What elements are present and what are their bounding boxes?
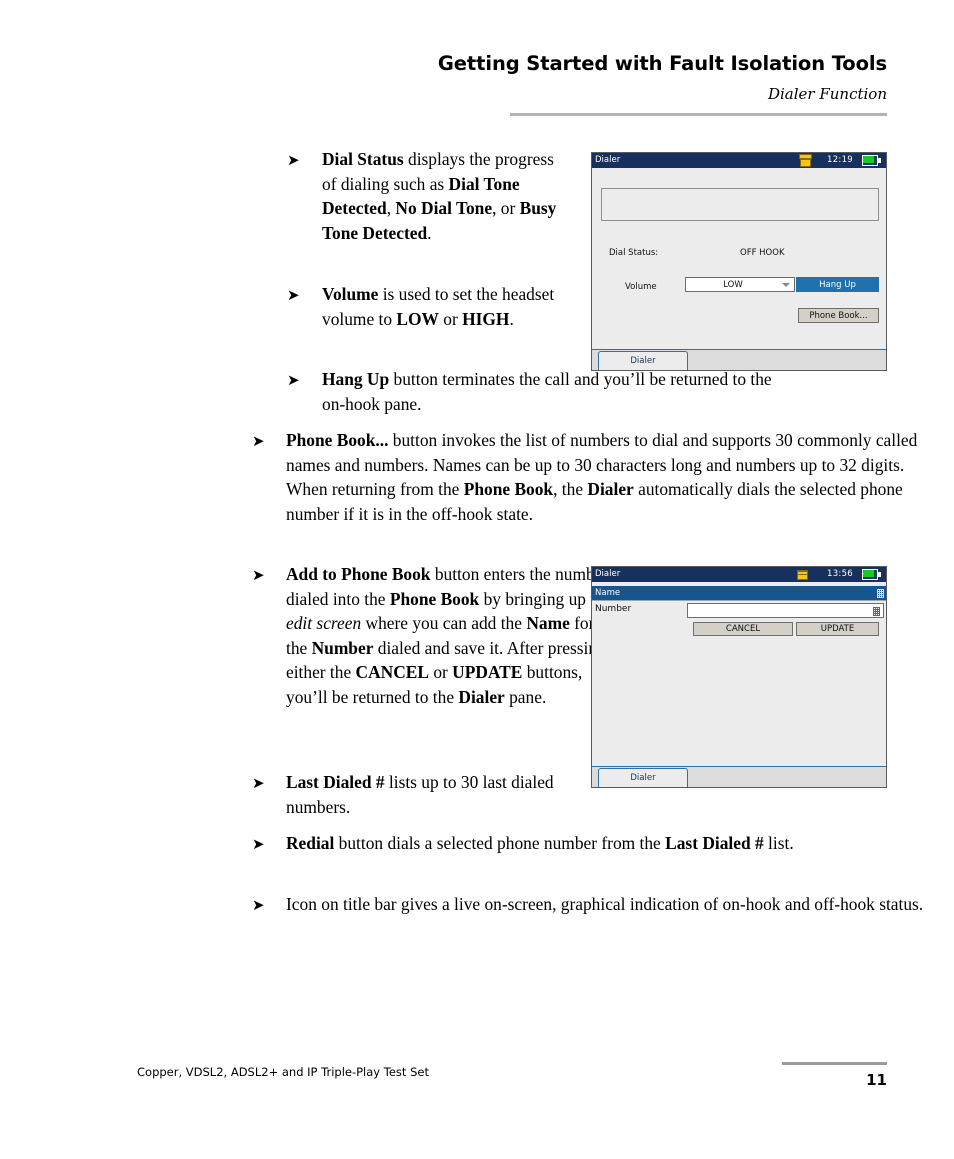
volume-label: Volume <box>625 282 657 292</box>
number-label: Number <box>595 604 632 614</box>
bullet-add-to-phone-book: ➤ Add to Phone Book button enters the nu… <box>252 562 616 710</box>
cancel-button-label: CANCEL <box>725 624 761 634</box>
phone-book-button[interactable]: Phone Book... <box>798 308 879 323</box>
bullet-volume: ➤ Volume is used to set the headset volu… <box>287 282 587 331</box>
volume-select[interactable]: LOW <box>685 277 795 292</box>
bullet-phone-book: ➤ Phone Book... button invokes the list … <box>252 428 926 526</box>
term-number: Number <box>311 637 374 658</box>
chevron-down-icon <box>782 283 790 287</box>
name-row-grip-icon[interactable] <box>877 589 884 598</box>
volume-select-value: LOW <box>723 280 743 290</box>
screenshot-dialer-panel: Dialer 12:19 Dial Status: OFF HOOK Volum… <box>591 152 887 371</box>
term-phone-book: Phone Book <box>463 479 554 500</box>
page-title: Getting Started with Fault Isolation Too… <box>437 52 887 75</box>
dial-status-label: Dial Status: <box>609 248 659 258</box>
term-edit-screen: edit screen <box>286 613 362 634</box>
battery-charging-icon <box>862 155 881 166</box>
arrow-bullet-icon: ➤ <box>287 371 300 389</box>
term-phone-book-button: Phone Book... <box>286 430 389 450</box>
term-no-dial-tone: No Dial Tone <box>395 198 493 219</box>
phone-off-hook-icon <box>799 154 812 167</box>
page-subtitle: Dialer Function <box>767 85 887 103</box>
edit-title-bar: Dialer 13:56 <box>592 567 886 582</box>
term-high: HIGH <box>462 308 510 329</box>
page-number: 11 <box>866 1071 887 1089</box>
footer-divider <box>782 1062 887 1065</box>
term-update: UPDATE <box>452 662 523 683</box>
bullet-dial-status-text: Dial Status displays the progress of dia… <box>322 149 557 243</box>
number-field-grip-icon[interactable] <box>873 607 880 616</box>
arrow-bullet-icon: ➤ <box>287 151 300 169</box>
dialer-tab-bar: Dialer <box>592 349 886 370</box>
hang-up-button[interactable]: Hang Up <box>796 277 879 292</box>
term-cancel: CANCEL <box>355 662 429 683</box>
bullet-add-to-phone-book-text: Add to Phone Book button enters the numb… <box>286 564 612 707</box>
battery-charging-icon <box>862 569 881 580</box>
edit-body: Name Number CANCEL UPDATE Dialer <box>592 582 886 787</box>
term-dialer: Dialer <box>458 686 505 707</box>
bullet-last-dialed: ➤ Last Dialed # lists up to 30 last dial… <box>252 770 616 819</box>
arrow-bullet-icon: ➤ <box>252 835 265 853</box>
term-dialer: Dialer <box>587 479 634 500</box>
dialer-body: Dial Status: OFF HOOK Volume LOW Hang Up… <box>592 168 886 370</box>
number-field[interactable] <box>687 603 884 618</box>
update-button-label: UPDATE <box>820 624 855 634</box>
arrow-bullet-icon: ➤ <box>287 286 300 304</box>
term-last-dialed: Last Dialed # <box>665 833 764 853</box>
term-volume: Volume <box>322 284 379 304</box>
bullet-redial-text: Redial button dials a selected phone num… <box>286 833 794 853</box>
phone-on-hook-icon <box>796 568 809 581</box>
tab-dialer-label: Dialer <box>630 356 656 366</box>
edit-clock: 13:56 <box>827 569 853 579</box>
arrow-bullet-icon: ➤ <box>252 774 265 792</box>
bullet-redial: ➤ Redial button dials a selected phone n… <box>252 831 846 856</box>
cancel-button[interactable]: CANCEL <box>693 622 793 636</box>
term-low: LOW <box>396 308 439 329</box>
arrow-bullet-icon: ➤ <box>252 896 265 914</box>
term-hang-up: Hang Up <box>322 369 390 389</box>
page-header: Getting Started with Fault Isolation Too… <box>0 0 954 120</box>
footer-product-name: Copper, VDSL2, ADSL2+ and IP Triple-Play… <box>137 1065 429 1079</box>
term-dial-status: Dial Status <box>322 149 404 169</box>
dialer-title-bar: Dialer 12:19 <box>592 153 886 168</box>
name-row[interactable]: Name <box>592 586 886 601</box>
header-divider <box>510 113 887 116</box>
tab-dialer-label: Dialer <box>630 773 656 783</box>
edit-tab-bar: Dialer <box>592 766 886 787</box>
phone-book-button-label: Phone Book... <box>809 311 868 321</box>
hang-up-button-label: Hang Up <box>819 280 856 290</box>
bullet-dial-status: ➤ Dial Status displays the progress of d… <box>287 147 569 245</box>
bullet-hang-up: ➤ Hang Up button terminates the call and… <box>287 367 782 416</box>
term-phone-book: Phone Book <box>389 588 480 609</box>
bullet-volume-text: Volume is used to set the headset volume… <box>322 284 555 329</box>
bullet-phone-book-text: Phone Book... button invokes the list of… <box>286 430 918 524</box>
term-add-to-phone-book: Add to Phone Book <box>286 564 431 584</box>
dialer-clock: 12:19 <box>827 155 853 165</box>
tab-dialer[interactable]: Dialer <box>598 351 688 370</box>
name-label: Name <box>595 588 621 598</box>
page-footer: Copper, VDSL2, ADSL2+ and IP Triple-Play… <box>0 1049 954 1159</box>
dialer-window-title: Dialer <box>595 155 621 165</box>
update-button[interactable]: UPDATE <box>796 622 879 636</box>
arrow-bullet-icon: ➤ <box>252 566 265 584</box>
term-name: Name <box>526 613 570 634</box>
dial-status-value: OFF HOOK <box>740 248 785 258</box>
term-redial: Redial <box>286 833 335 853</box>
screenshot-edit-panel: Dialer 13:56 Name Number CANCEL UPDATE D… <box>591 566 887 788</box>
arrow-bullet-icon: ➤ <box>252 432 265 450</box>
bullet-hang-up-text: Hang Up button terminates the call and y… <box>322 369 772 414</box>
bullet-last-dialed-text: Last Dialed # lists up to 30 last dialed… <box>286 772 554 817</box>
dialer-number-readout[interactable] <box>601 188 879 221</box>
edit-window-title: Dialer <box>595 569 621 579</box>
bullet-icon-title-bar: ➤ Icon on title bar gives a live on-scre… <box>252 892 926 917</box>
tab-dialer[interactable]: Dialer <box>598 768 688 787</box>
term-last-dialed: Last Dialed # <box>286 772 385 792</box>
bullet-icon-title-bar-text: Icon on title bar gives a live on-screen… <box>286 894 924 914</box>
